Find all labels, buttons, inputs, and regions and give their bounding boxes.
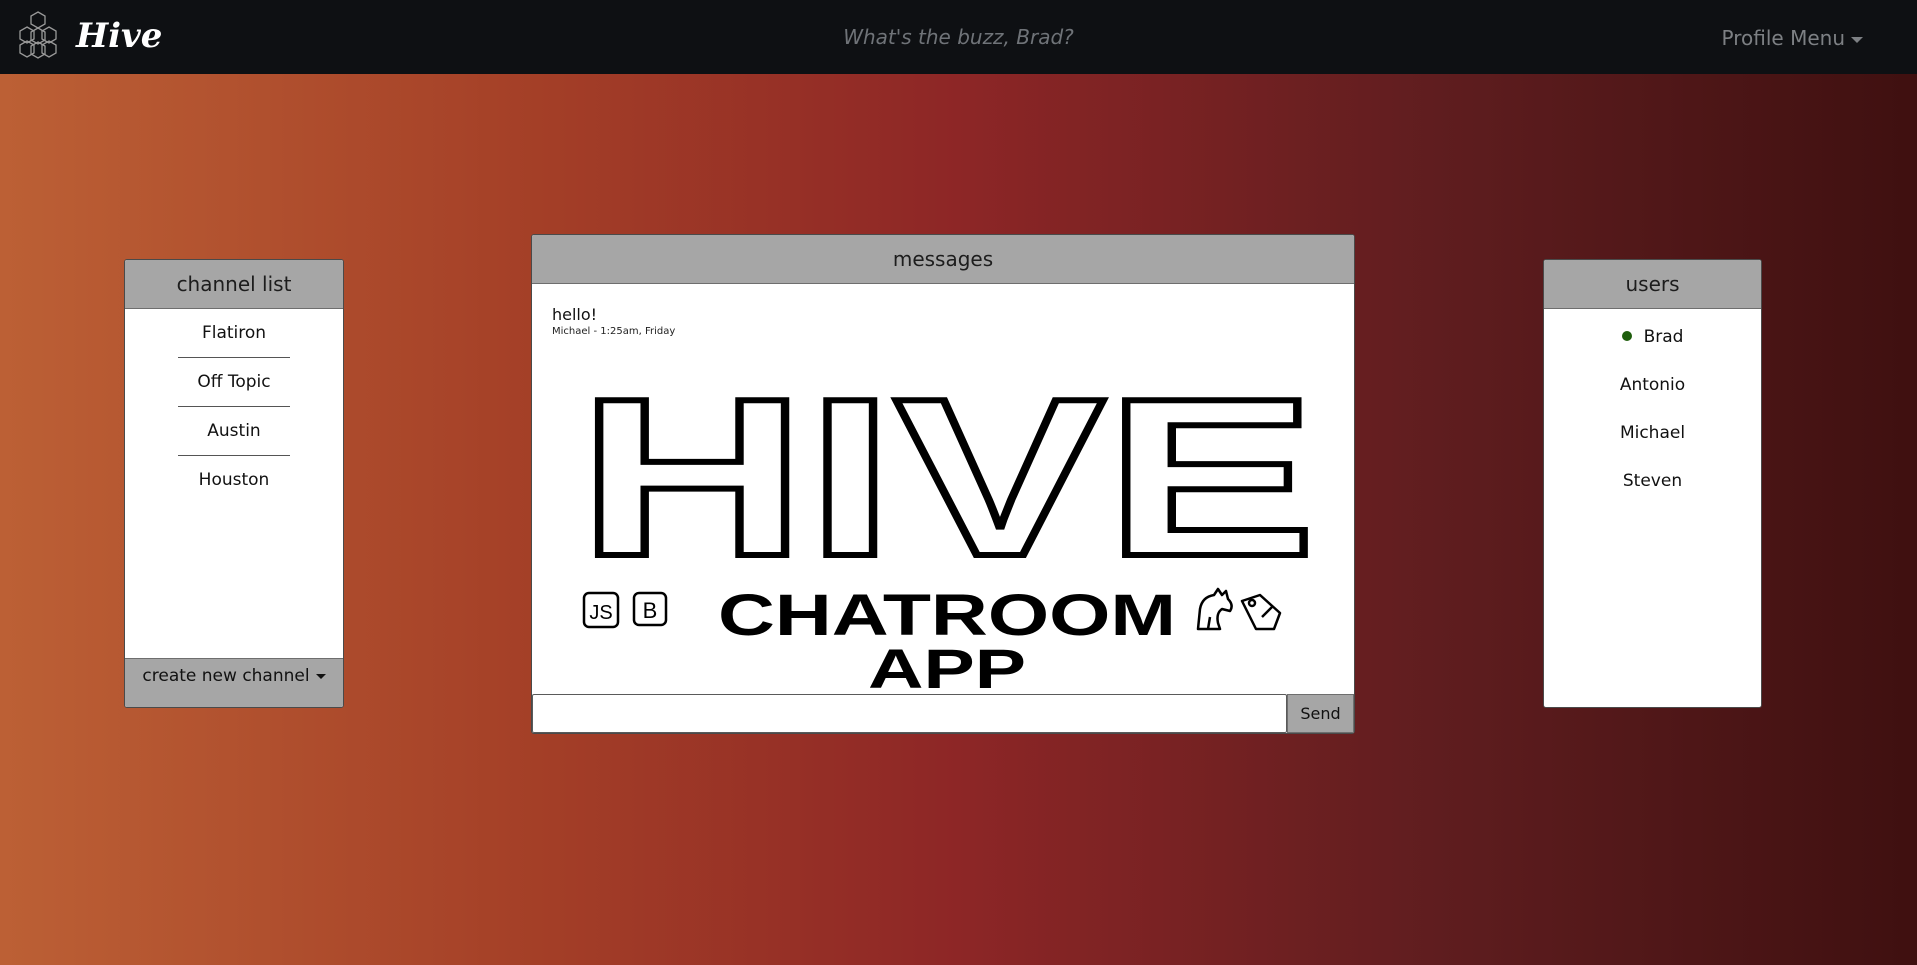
message-text: hello! xyxy=(552,305,598,324)
channel-item-houston[interactable]: Houston xyxy=(178,456,290,504)
channel-item-austin[interactable]: Austin xyxy=(178,407,290,456)
channel-list: Flatiron Off Topic Austin Houston xyxy=(125,309,343,504)
channel-item-flatiron[interactable]: Flatiron xyxy=(178,309,290,358)
caret-down-icon xyxy=(1851,36,1863,43)
user-name: Michael xyxy=(1619,423,1686,443)
create-channel-dropdown[interactable]: create new channel xyxy=(125,658,343,707)
send-button[interactable]: Send xyxy=(1287,694,1354,733)
user-item-antonio[interactable]: Antonio xyxy=(1544,361,1761,409)
tagline: What's the buzz, Brad? xyxy=(843,25,1074,49)
user-name: Brad xyxy=(1643,327,1684,347)
messages-title: messages xyxy=(532,235,1354,284)
online-status-icon xyxy=(1621,331,1632,341)
logo-subtitle-line2: APP xyxy=(868,637,1026,690)
user-item-michael[interactable]: Michael xyxy=(1544,409,1761,457)
message-input[interactable] xyxy=(532,694,1287,733)
users-panel: users Brad Antonio Michael Steven xyxy=(1543,259,1762,708)
channel-list-title: channel list xyxy=(125,260,343,309)
navbar: Hive What's the buzz, Brad? Profile Menu xyxy=(0,0,1917,74)
message-item: hello! Michael - 1:25am, Friday xyxy=(552,305,675,339)
hive-logo-title: HIVE xyxy=(578,395,1316,603)
caret-down-icon xyxy=(315,673,326,679)
create-channel-label: create new channel xyxy=(142,666,310,686)
hive-chatroom-logo: HIVE JS B CHATROOM APP xyxy=(575,395,1319,690)
channel-item-off-topic[interactable]: Off Topic xyxy=(178,358,290,407)
users-title: users xyxy=(1544,260,1761,309)
js-logo-text: JS xyxy=(589,602,612,624)
profile-menu-dropdown[interactable]: Profile Menu xyxy=(1722,24,1863,52)
user-name: Steven xyxy=(1622,471,1683,491)
user-name: Antonio xyxy=(1619,375,1686,395)
channel-list-panel: channel list Flatiron Off Topic Austin H… xyxy=(124,259,344,708)
profile-menu-label: Profile Menu xyxy=(1721,26,1845,50)
user-item-steven[interactable]: Steven xyxy=(1544,457,1761,505)
hive-honeycomb-icon[interactable] xyxy=(14,10,62,60)
bootstrap-logo-text: B xyxy=(643,598,658,623)
messages-panel: messages hello! Michael - 1:25am, Friday… xyxy=(531,234,1355,734)
message-meta: Michael - 1:25am, Friday xyxy=(552,326,676,337)
user-item-brad[interactable]: Brad xyxy=(1544,313,1761,361)
user-list: Brad Antonio Michael Steven xyxy=(1544,309,1761,505)
message-composer: Send xyxy=(532,694,1354,733)
brand-name[interactable]: Hive xyxy=(76,12,162,60)
